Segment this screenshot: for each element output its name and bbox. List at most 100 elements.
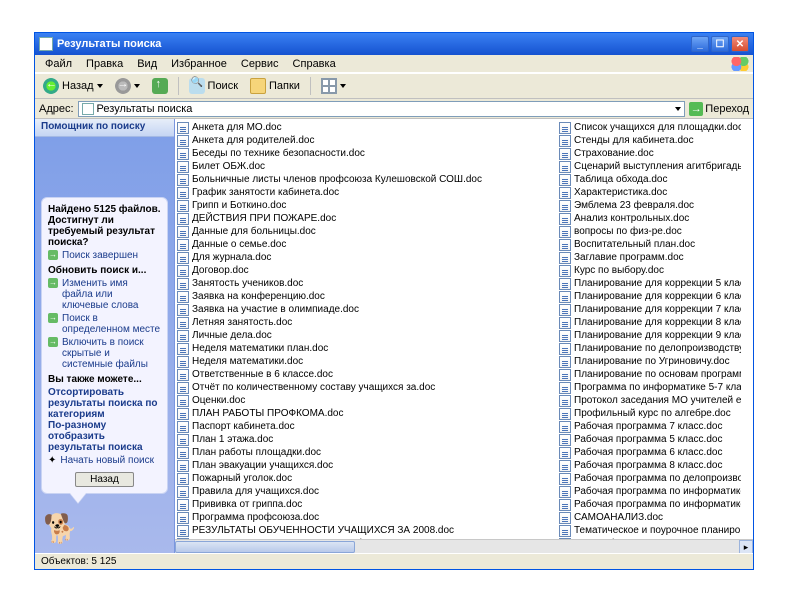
file-item[interactable]: Заявка на конференцию.doc xyxy=(177,290,555,303)
menu-file[interactable]: Файл xyxy=(39,57,78,71)
menu-edit[interactable]: Правка xyxy=(80,57,129,71)
file-item[interactable]: Список учащихся для площадки.doc xyxy=(559,121,741,134)
file-item[interactable]: Таблица обхода.doc xyxy=(559,173,741,186)
file-item[interactable]: Планирование для коррекции 9 класс.doc xyxy=(559,329,741,342)
file-item[interactable]: План работы площадки.doc xyxy=(177,446,555,459)
file-item[interactable]: Программа по информатике 5-7 класс.doc xyxy=(559,381,741,394)
file-item[interactable]: РЕЗУЛЬТАТЫ ОБУЧЕННОСТИ УЧАЩИХСЯ ЗА 2008.… xyxy=(177,524,555,537)
file-item[interactable]: Заявка на участие в олимпиаде.doc xyxy=(177,303,555,316)
file-item[interactable]: Ответственные в 6 классе.doc xyxy=(177,368,555,381)
file-item[interactable]: Рабочая программа 6 класс.doc xyxy=(559,446,741,459)
search-loc-link[interactable]: Поиск в определенном месте xyxy=(62,313,161,335)
up-button[interactable] xyxy=(148,77,172,95)
sort-link[interactable]: Отсортировать результаты поиска по катег… xyxy=(48,387,157,420)
file-item[interactable]: Протокол заседания МО учителей естествен… xyxy=(559,394,741,407)
scroll-right-button[interactable]: ▸ xyxy=(739,540,753,553)
file-item[interactable]: Неделя математики.doc xyxy=(177,355,555,368)
search-dog-icon[interactable]: 🐕 xyxy=(43,512,78,545)
view-link[interactable]: По-разному отобразить результаты поиска xyxy=(48,420,143,453)
file-item[interactable]: Заглавие программ.doc xyxy=(559,251,741,264)
file-item[interactable]: Билет ОБЖ.doc xyxy=(177,160,555,173)
file-item[interactable]: Рабочая программа 7 класс.doc xyxy=(559,420,741,433)
change-name-link[interactable]: Изменить имя файла или ключевые слова xyxy=(62,278,161,311)
file-item[interactable]: Анкета для МО.doc xyxy=(177,121,555,134)
file-item[interactable]: Беседы по технике безопасности.doc xyxy=(177,147,555,160)
menu-tools[interactable]: Сервис xyxy=(235,57,285,71)
file-item[interactable]: Планирование по основам программирования… xyxy=(559,368,741,381)
file-item[interactable]: Паспорт кабинета.doc xyxy=(177,420,555,433)
file-item[interactable]: План 1 этажа.doc xyxy=(177,433,555,446)
file-name: Список учащихся для площадки.doc xyxy=(574,121,741,134)
file-item[interactable]: Планирование по делопроизводству 11 клас… xyxy=(559,342,741,355)
file-item[interactable]: Пожарный уголок.doc xyxy=(177,472,555,485)
file-item[interactable]: Планирование для коррекции 6 класс.doc xyxy=(559,290,741,303)
search-sidebar: Помощник по поиску Найдено 5125 файлов. … xyxy=(35,119,175,553)
file-item[interactable]: График занятости кабинета.doc xyxy=(177,186,555,199)
views-dropdown-icon[interactable] xyxy=(340,84,346,88)
address-field[interactable]: Результаты поиска xyxy=(78,101,686,117)
minimize-button[interactable]: _ xyxy=(691,36,709,52)
menu-view[interactable]: Вид xyxy=(131,57,163,71)
horizontal-scrollbar[interactable]: ▸ xyxy=(175,539,753,553)
file-item[interactable]: Программа профсоюза.doc xyxy=(177,511,555,524)
file-item[interactable]: Тематическое и поурочное планирование по… xyxy=(559,524,741,537)
file-item[interactable]: Анализ контрольных.doc xyxy=(559,212,741,225)
file-item[interactable]: Профильный курс по алгебре.doc xyxy=(559,407,741,420)
file-item[interactable]: Страхование.doc xyxy=(559,147,741,160)
file-item[interactable]: Курс по выбору.doc xyxy=(559,264,741,277)
menu-help[interactable]: Справка xyxy=(287,57,342,71)
file-item[interactable]: Для журнала.doc xyxy=(177,251,555,264)
file-item[interactable]: Грипп и Боткино.doc xyxy=(177,199,555,212)
back-balloon-button[interactable]: Назад xyxy=(75,472,134,487)
file-item[interactable]: Эмблема 23 февраля.doc xyxy=(559,199,741,212)
file-item[interactable]: Рабочая программа по информатике для 10-… xyxy=(559,485,741,498)
close-button[interactable]: ✕ xyxy=(731,36,749,52)
maximize-button[interactable]: ☐ xyxy=(711,36,729,52)
menu-fav[interactable]: Избранное xyxy=(165,57,233,71)
file-item[interactable]: План эвакуации учащихся.doc xyxy=(177,459,555,472)
file-item[interactable]: Анкета для родителей.doc xyxy=(177,134,555,147)
views-button[interactable] xyxy=(317,77,350,95)
file-item[interactable]: Планирование для коррекции 8 класс.doc xyxy=(559,316,741,329)
file-item[interactable]: ПЛАН РАБОТЫ ПРОФКОМА.doc xyxy=(177,407,555,420)
file-item[interactable]: вопросы по физ-ре.doc xyxy=(559,225,741,238)
file-item[interactable]: Рабочая программа 5 класс.doc xyxy=(559,433,741,446)
file-item[interactable]: Планирование для коррекции 7 класс.doc xyxy=(559,303,741,316)
file-item[interactable]: Больничные листы членов профсоюза Кулешо… xyxy=(177,173,555,186)
file-item[interactable]: Рабочая программа по информатике для 8 к… xyxy=(559,498,741,511)
file-item[interactable]: Данные о семье.doc xyxy=(177,238,555,251)
file-item[interactable]: ДЕЙСТВИЯ ПРИ ПОЖАРЕ.doc xyxy=(177,212,555,225)
scroll-thumb[interactable] xyxy=(175,541,355,553)
file-item[interactable]: Воспитательный план.doc xyxy=(559,238,741,251)
file-item[interactable]: Стенды для кабинета.doc xyxy=(559,134,741,147)
search-done-link[interactable]: Поиск завершен xyxy=(62,250,138,261)
forward-button[interactable] xyxy=(111,77,144,95)
folders-button[interactable]: Папки xyxy=(246,77,304,95)
back-dropdown-icon[interactable] xyxy=(97,84,103,88)
back-button[interactable]: Назад xyxy=(39,77,107,95)
address-dropdown-icon[interactable] xyxy=(675,107,681,111)
search-button[interactable]: Поиск xyxy=(185,77,242,95)
file-item[interactable]: Данные для больницы.doc xyxy=(177,225,555,238)
file-item[interactable]: Планирование по Угриновичу.doc xyxy=(559,355,741,368)
file-item[interactable]: Неделя математики план.doc xyxy=(177,342,555,355)
file-item[interactable]: Планирование для коррекции 5 класс.doc xyxy=(559,277,741,290)
file-item[interactable]: Личные дела.doc xyxy=(177,329,555,342)
file-item[interactable]: Прививка от гриппа.doc xyxy=(177,498,555,511)
file-item[interactable]: Занятость учеников.doc xyxy=(177,277,555,290)
file-item[interactable]: Сценарий выступления агитбригады ЮИД Кул… xyxy=(559,160,741,173)
file-item[interactable]: САМОАНАЛИЗ.doc xyxy=(559,511,741,524)
file-item[interactable]: Оценки.doc xyxy=(177,394,555,407)
file-item[interactable]: Отчёт по количественному составу учащихс… xyxy=(177,381,555,394)
titlebar[interactable]: Результаты поиска _ ☐ ✕ xyxy=(35,33,753,55)
file-item[interactable]: Рабочая программа 8 класс.doc xyxy=(559,459,741,472)
file-item[interactable]: Характеристика.doc xyxy=(559,186,741,199)
go-button[interactable]: → Переход xyxy=(689,102,749,116)
forward-dropdown-icon[interactable] xyxy=(134,84,140,88)
include-hidden-link[interactable]: Включить в поиск скрытые и системные фай… xyxy=(62,337,161,370)
file-item[interactable]: Летняя занятость.doc xyxy=(177,316,555,329)
file-item[interactable]: Правила для учащихся.doc xyxy=(177,485,555,498)
file-item[interactable]: Договор.doc xyxy=(177,264,555,277)
file-item[interactable]: Рабочая программа по делопроизводству.do… xyxy=(559,472,741,485)
new-search-link[interactable]: Начать новый поиск xyxy=(60,455,154,466)
